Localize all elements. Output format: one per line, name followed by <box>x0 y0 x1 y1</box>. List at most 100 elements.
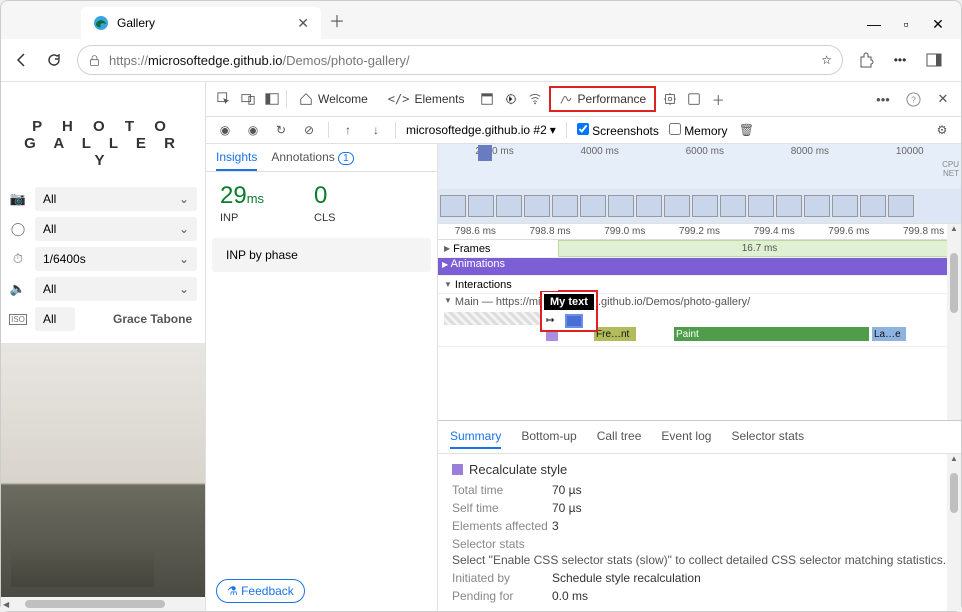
dock-icon[interactable] <box>262 89 282 109</box>
flame-chart[interactable]: 798.6 ms 798.8 ms 799.0 ms 799.2 ms 799.… <box>438 224 961 420</box>
chevron-down-icon: ⌄ <box>179 192 189 206</box>
cls-value: 0 <box>314 182 327 209</box>
target-select[interactable]: microsoftedge.github.io #2▾ <box>406 123 556 137</box>
interactions-row[interactable]: ▼Interactions <box>438 276 961 294</box>
cls-label: CLS <box>314 212 335 224</box>
inp-by-phase[interactable]: INP by phase <box>212 238 431 272</box>
devtools-toolbar: ◉ ◉ ↻ ⊘ ↑ ↓ microsoftedge.github.io #2▾ … <box>206 117 961 144</box>
sources-icon[interactable] <box>477 89 497 109</box>
memory-icon[interactable] <box>660 89 680 109</box>
details-title: Recalculate style <box>469 462 567 477</box>
console-icon[interactable] <box>501 89 521 109</box>
annotation-label: My text <box>544 294 594 310</box>
back-button[interactable] <box>13 51 31 69</box>
tab-bottomup[interactable]: Bottom-up <box>521 425 576 449</box>
idle-region <box>444 312 544 325</box>
tab-annotations[interactable]: Annotations 1 <box>271 150 353 171</box>
cpu-label: CPU <box>942 160 959 169</box>
main-thread-label[interactable]: ▼Main — https://microsoftedge.github.io/… <box>438 294 961 310</box>
details-panel: Summary Bottom-up Call tree Event log Se… <box>438 420 961 611</box>
download-icon[interactable]: ↓ <box>367 121 385 139</box>
close-window-button[interactable]: ✕ <box>931 17 945 31</box>
filter-sound[interactable]: All⌄ <box>35 277 197 301</box>
filter-aperture[interactable]: All⌄ <box>35 217 197 241</box>
tab-welcome[interactable]: Welcome <box>291 88 376 110</box>
close-tab-icon[interactable]: ✕ <box>297 15 309 32</box>
devtools-panel: Welcome </>Elements Performance ＋ ••• ? … <box>206 82 961 611</box>
animations-row[interactable]: ▶ Animations <box>438 258 961 276</box>
event-paint[interactable]: Paint <box>674 327 869 341</box>
tab-eventlog[interactable]: Event log <box>661 425 711 449</box>
tab-calltree[interactable]: Call tree <box>597 425 642 449</box>
details-scrollbar[interactable]: ▲ <box>947 454 961 611</box>
settings-icon[interactable]: ⚙ <box>933 121 951 139</box>
selector-stats-note: Select "Enable CSS selector stats (slow)… <box>452 553 947 567</box>
insights-panel: Insights Annotations 1 29ms INP 0 CLS <box>206 144 438 611</box>
filter-camera[interactable]: All⌄ <box>35 187 197 211</box>
screenshots-checkbox[interactable]: Screenshots <box>577 123 659 138</box>
screenshot-thumb[interactable] <box>440 195 466 217</box>
gallery-photo[interactable] <box>1 343 205 597</box>
overview-tick: 8000 ms <box>791 146 829 157</box>
annotation-box[interactable]: My text ↦ <box>540 290 598 332</box>
chevron-down-icon: ⌄ <box>179 282 189 296</box>
inspect-icon[interactable] <box>214 89 234 109</box>
sidebar-icon[interactable] <box>925 51 943 69</box>
close-devtools-icon[interactable]: ✕ <box>933 89 953 109</box>
overview-tick: 10000 <box>896 146 924 157</box>
url-bar[interactable]: https://microsoftedge.github.io/Demos/ph… <box>77 45 843 75</box>
menu-icon[interactable]: ••• <box>891 51 909 69</box>
help-icon[interactable]: ? <box>903 89 923 109</box>
more-icon[interactable]: ••• <box>873 89 893 109</box>
inp-label: INP <box>220 212 264 224</box>
star-icon[interactable]: ☆ <box>821 53 832 67</box>
overview-tick: 6000 ms <box>686 146 724 157</box>
network-icon[interactable] <box>525 89 545 109</box>
inp-value: 29 <box>220 182 247 209</box>
record-icon[interactable]: ◉ <box>216 121 234 139</box>
gallery-logo: P H O T O G A L L E R Y <box>1 82 205 187</box>
screenshot-strip <box>438 189 961 223</box>
annotation-target[interactable] <box>565 314 583 328</box>
chevron-down-icon: ⌄ <box>179 252 189 266</box>
reload-icon[interactable]: ↻ <box>272 121 290 139</box>
memory-checkbox[interactable]: Memory <box>669 123 728 138</box>
navbar: https://microsoftedge.github.io/Demos/ph… <box>1 39 961 82</box>
device-icon[interactable] <box>238 89 258 109</box>
tab-selectorstats[interactable]: Selector stats <box>731 425 804 449</box>
tab-title: Gallery <box>117 16 289 30</box>
timer-icon: ⏱ <box>9 251 27 267</box>
minimize-button[interactable]: — <box>867 17 881 31</box>
new-tab-button[interactable]: ＋ <box>329 8 345 32</box>
feedback-button[interactable]: ⚗ Feedback <box>216 579 305 603</box>
tab-summary[interactable]: Summary <box>450 425 501 449</box>
tab-performance[interactable]: Performance <box>549 86 657 112</box>
overview-strip[interactable]: 2000 ms 4000 ms 6000 ms 8000 ms 10000 CP… <box>438 144 961 224</box>
extensions-icon[interactable] <box>857 51 875 69</box>
maximize-button[interactable]: ▫ <box>899 17 913 31</box>
filter-iso[interactable]: All <box>35 307 75 331</box>
clear-icon[interactable]: ⊘ <box>300 121 318 139</box>
application-icon[interactable] <box>684 89 704 109</box>
event-layer[interactable]: La…e <box>872 327 906 341</box>
svg-text:?: ? <box>911 94 916 104</box>
event-frame[interactable]: Fre…nt <box>594 327 636 341</box>
browser-tab[interactable]: Gallery ✕ <box>81 7 321 39</box>
horizontal-scrollbar[interactable]: ◀ <box>1 597 205 611</box>
scrollbar-thumb[interactable] <box>25 600 165 608</box>
frames-row[interactable]: ▶Frames 16.7 ms <box>438 240 961 258</box>
overview-selection[interactable] <box>478 145 492 161</box>
add-tab-icon[interactable]: ＋ <box>708 89 728 109</box>
titlebar: Gallery ✕ ＋ — ▫ ✕ <box>1 1 961 39</box>
reload-record-icon[interactable]: ◉ <box>244 121 262 139</box>
upload-icon[interactable]: ↑ <box>339 121 357 139</box>
chevron-down-icon: ⌄ <box>179 222 189 236</box>
frames-bar[interactable]: 16.7 ms <box>558 240 961 257</box>
devtools-tabs: Welcome </>Elements Performance ＋ ••• ? … <box>206 82 961 117</box>
timeline-scrollbar[interactable]: ▲ <box>947 224 961 420</box>
tab-elements[interactable]: </>Elements <box>380 88 473 110</box>
refresh-button[interactable] <box>45 51 63 69</box>
tab-insights[interactable]: Insights <box>216 150 257 171</box>
trash-icon[interactable]: 🗑 <box>738 121 756 139</box>
filter-shutter[interactable]: 1/6400s⌄ <box>35 247 197 271</box>
